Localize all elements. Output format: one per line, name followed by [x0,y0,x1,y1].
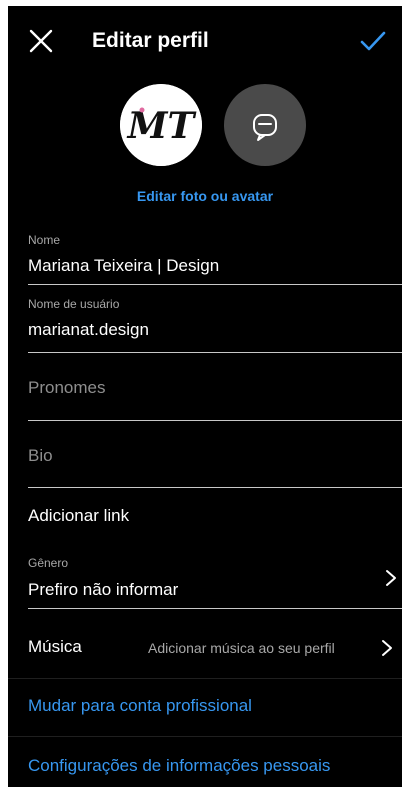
svg-text:MT: MT [126,105,197,147]
name-underline [28,284,402,285]
name-label: Nome [28,233,61,247]
page-title: Editar perfil [92,29,209,52]
section-divider [8,678,402,679]
music-hint: Adicionar música ao seu perfil [148,640,335,656]
music-row[interactable]: Música Adicionar música ao seu perfil [8,630,402,666]
pronouns-underline [28,420,402,421]
add-link-button[interactable]: Adicionar link [28,504,129,528]
mt-logo: MT [120,84,202,166]
personal-info-settings-link[interactable]: Configurações de informações pessoais [28,754,330,778]
switch-professional-link[interactable]: Mudar para conta profissional [28,694,252,718]
username-underline [28,352,402,353]
username-value[interactable]: marianat.design [28,318,402,342]
music-label: Música [28,637,82,656]
gender-label: Gênero [28,556,69,570]
section-divider [8,736,402,737]
edit-profile-screen: Editar perfil MT Editar foto ou avatar N… [8,6,402,787]
username-label: Nome de usuário [28,297,120,311]
chevron-right-icon [386,570,396,586]
gender-value[interactable]: Prefiro não informar [28,578,402,602]
pronouns-placeholder[interactable]: Pronomes [28,376,402,400]
username-field[interactable]: Nome de usuário marianat.design [28,296,402,342]
gender-field[interactable]: Gênero Prefiro não informar [28,555,402,602]
name-field[interactable]: Nome Mariana Teixeira | Design [28,232,402,278]
bio-placeholder[interactable]: Bio [28,444,402,468]
name-value[interactable]: Mariana Teixeira | Design [28,254,402,278]
edit-photo-link[interactable]: Editar foto ou avatar [8,188,402,204]
close-icon [29,29,53,53]
header: Editar perfil [8,6,402,76]
bio-underline [28,487,402,488]
avatar-option[interactable] [224,84,306,166]
confirm-button[interactable] [358,26,388,56]
gender-underline [28,608,402,609]
chevron-right-icon [382,640,392,656]
pronouns-field[interactable]: Pronomes [28,376,402,400]
close-button[interactable] [26,26,56,56]
profile-photo[interactable]: MT [120,84,202,166]
bio-field[interactable]: Bio [28,444,402,468]
checkmark-icon [360,31,386,51]
avatar-sticker-icon [253,114,277,141]
